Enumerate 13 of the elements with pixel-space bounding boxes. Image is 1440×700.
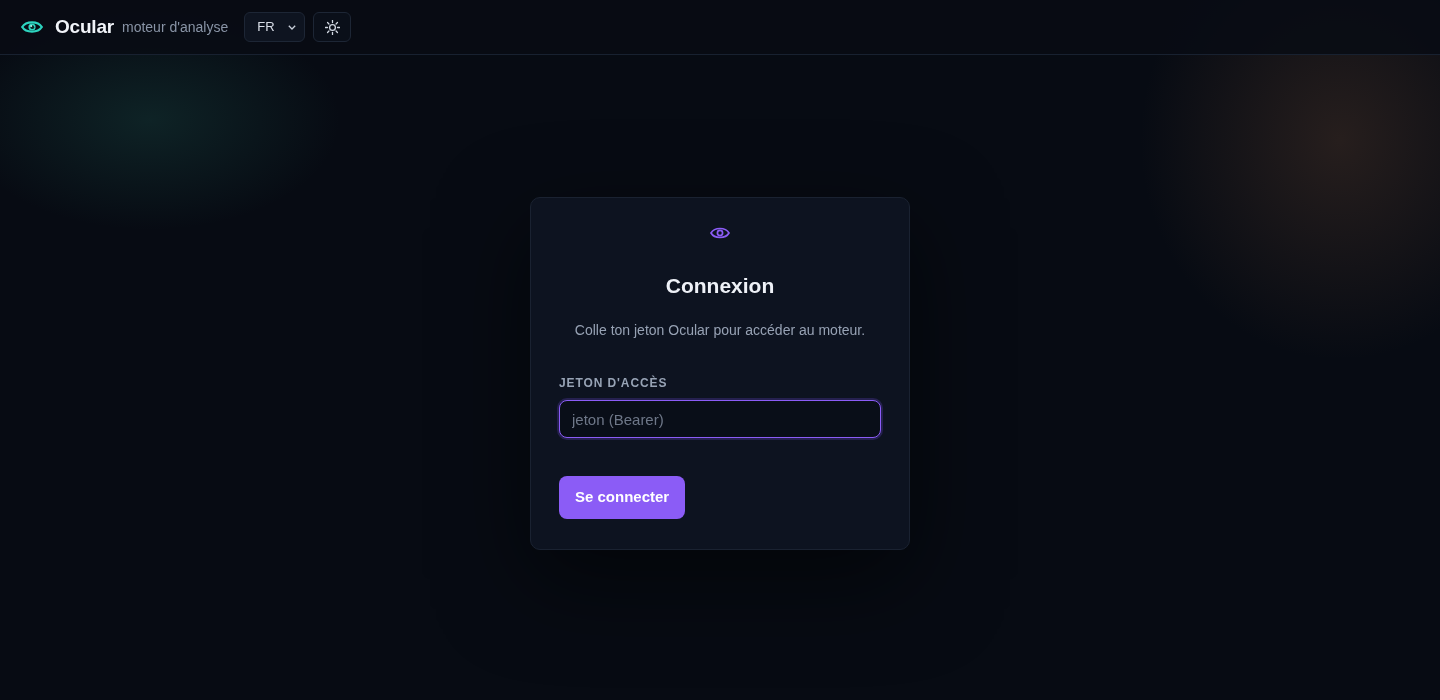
brand-name: Ocular [55,14,114,39]
eye-icon [710,225,730,240]
login-title: Connexion [665,272,775,299]
language-select[interactable]: FR [244,12,306,42]
chevron-down-icon [288,24,297,30]
theme-toggle-button[interactable] [313,12,352,42]
login-subtitle: Colle ton jeton Ocular pour accéder au moteur. [574,321,866,341]
eye-logo-icon [21,20,43,34]
brand-tagline: moteur d'analyse [122,17,229,37]
token-input-field[interactable]: jeton (Bearer) [559,400,881,439]
token-field-label: JETON D'ACCÈS [559,374,669,393]
sun-icon [324,19,340,35]
login-button[interactable]: Se connecter [559,476,686,520]
